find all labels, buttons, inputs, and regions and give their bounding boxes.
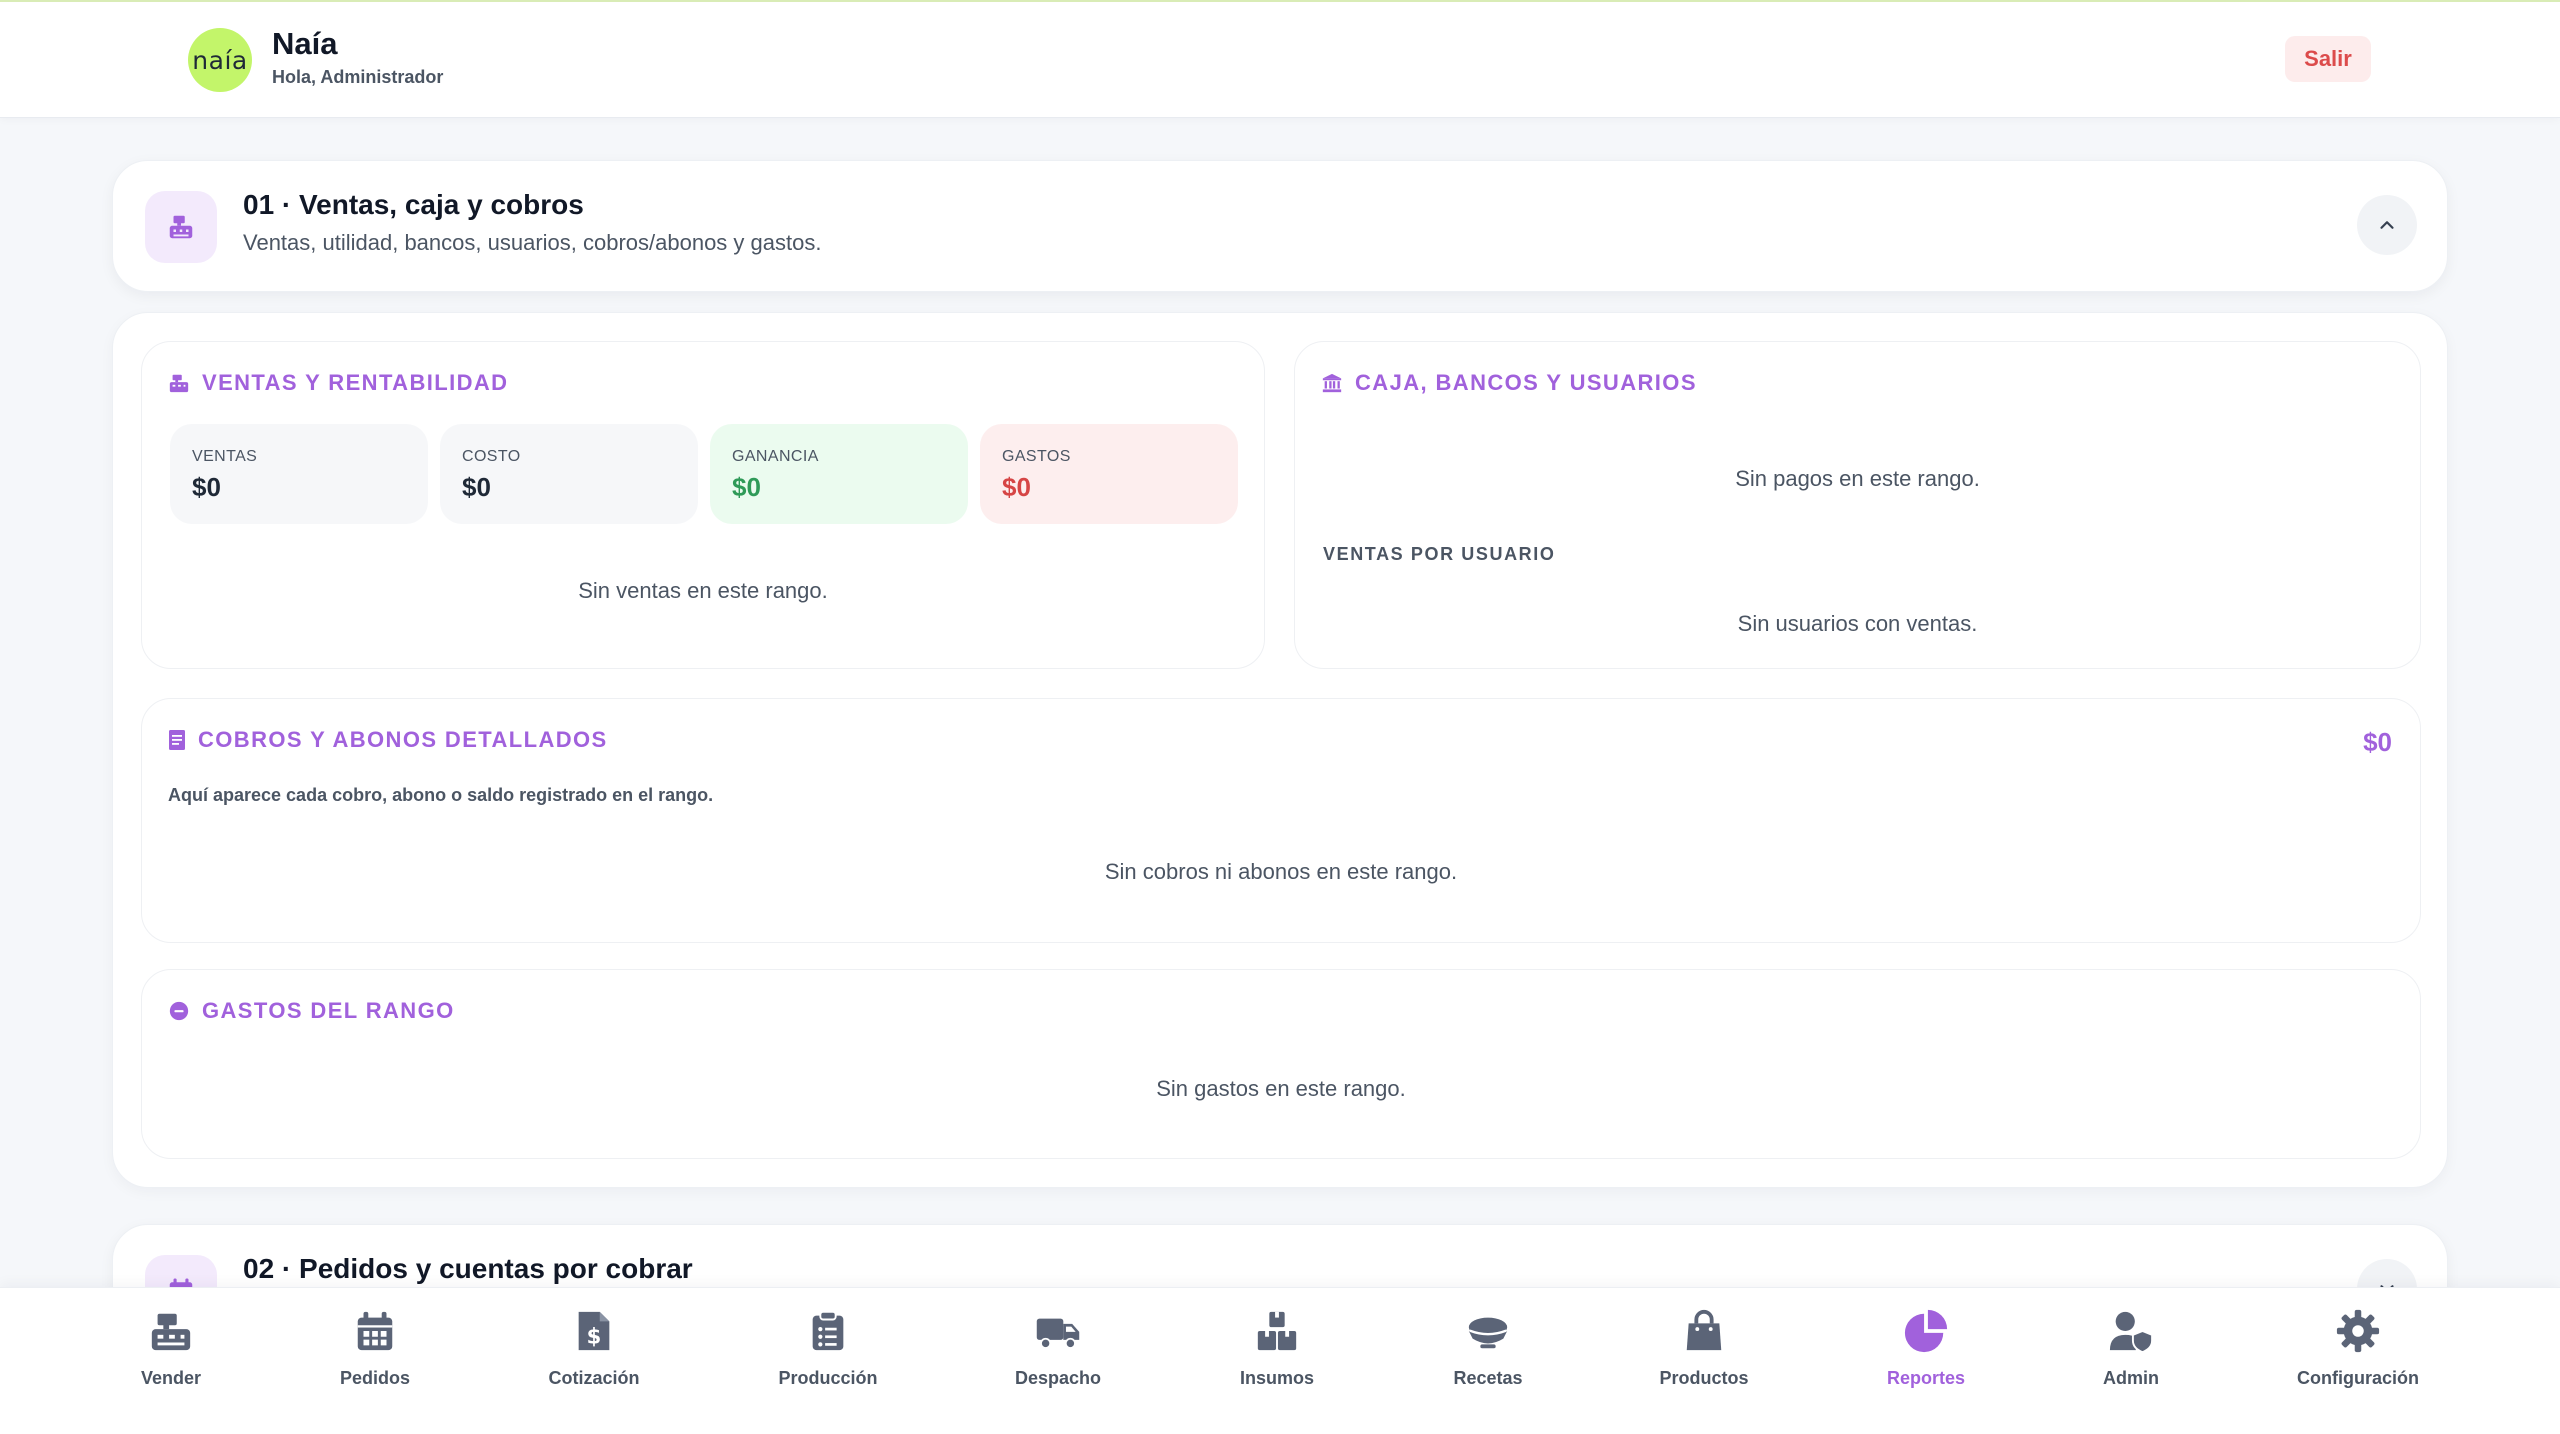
cash-register-icon — [169, 374, 189, 393]
cash-banks-users-panel: CAJA, BANCOS Y USUARIOS Sin pagos en est… — [1294, 341, 2421, 669]
minus-circle-icon — [169, 1001, 189, 1021]
nav-item-cotizacion[interactable]: $ Cotización — [504, 1308, 684, 1408]
nav-label: Cotización — [548, 1368, 640, 1388]
bottom-navigation: Vender Pedidos $ Cotización Producción D… — [0, 1287, 2560, 1434]
empty-state-text: Sin ventas en este rango. — [578, 578, 828, 603]
gear-icon — [2336, 1309, 2380, 1353]
expenses-panel: GASTOS DEL RANGO Sin gastos en este rang… — [141, 969, 2421, 1159]
stat-card-ventas: VENTAS $0 — [170, 424, 428, 524]
stat-card-ganancia: GANANCIA $0 — [710, 424, 968, 524]
cash-register-icon — [151, 1313, 191, 1351]
panel-title-text: COBROS Y ABONOS DETALLADOS — [198, 727, 608, 752]
nav-label: Recetas — [1453, 1368, 1523, 1388]
cash-register-icon — [169, 215, 193, 239]
brand-logo-text: naía — [192, 45, 248, 75]
boxes-icon — [1257, 1311, 1297, 1351]
section-header-ventas[interactable]: 01 · Ventas, caja y cobros Ventas, utili… — [112, 160, 2448, 292]
panel-title-text: VENTAS Y RENTABILIDAD — [202, 370, 509, 395]
nav-label: Configuración — [2297, 1368, 2419, 1388]
chevron-up-icon — [2380, 221, 2394, 229]
sales-profitability-panel: VENTAS Y RENTABILIDAD VENTAS $0 COSTO $0… — [141, 341, 1265, 669]
nav-item-produccion[interactable]: Producción — [738, 1308, 918, 1408]
section-icon-box — [145, 191, 217, 263]
app-name: Naía — [272, 26, 338, 61]
logout-button[interactable]: Salir — [2285, 36, 2371, 82]
stat-label: GANANCIA — [732, 448, 819, 465]
nav-item-pedidos[interactable]: Pedidos — [285, 1308, 465, 1408]
nav-item-configuracion[interactable]: Configuración — [2268, 1308, 2448, 1408]
clipboard-list-icon — [812, 1310, 844, 1351]
empty-collections-text: Sin cobros ni abonos en este rango. — [1104, 859, 1458, 884]
nav-item-admin[interactable]: Admin — [2041, 1308, 2221, 1408]
top-header: naía Naía Hola, Administrador Salir — [0, 0, 2560, 118]
empty-users-text: Sin usuarios con ventas. — [1737, 611, 1978, 636]
calendar-icon — [357, 1311, 393, 1351]
user-shield-icon — [2109, 1311, 2154, 1354]
invoice-dollar-icon: $ — [578, 1311, 610, 1351]
panel-title-text: GASTOS DEL RANGO — [202, 998, 455, 1023]
panel-title-text: CAJA, BANCOS Y USUARIOS — [1355, 370, 1697, 395]
stat-value: $0 — [192, 472, 221, 502]
stat-value: $0 — [1002, 472, 1031, 502]
section-description: Ventas, utilidad, bancos, usuarios, cobr… — [243, 230, 822, 255]
pie-chart-icon — [1904, 1309, 1948, 1353]
stat-card-gastos: GASTOS $0 — [980, 424, 1238, 524]
nav-label: Productos — [1659, 1368, 1749, 1388]
shopping-bag-icon — [1686, 1309, 1722, 1351]
empty-payments-text: Sin pagos en este rango. — [1735, 466, 1980, 491]
nav-label: Reportes — [1886, 1368, 1966, 1388]
panel-title: CAJA, BANCOS Y USUARIOS — [1321, 370, 1697, 396]
nav-label: Admin — [2103, 1368, 2159, 1388]
stat-label: COSTO — [462, 448, 521, 465]
collections-total: $0 — [2363, 727, 2392, 757]
nav-item-despacho[interactable]: Despacho — [968, 1308, 1148, 1408]
nav-item-productos[interactable]: Productos — [1614, 1308, 1794, 1408]
stat-value: $0 — [732, 472, 761, 502]
nav-label: Vender — [140, 1368, 202, 1388]
section-title: 02 · Pedidos y cuentas por cobrar — [243, 1253, 693, 1284]
nav-label: Pedidos — [339, 1368, 410, 1388]
nav-label: Producción — [778, 1368, 878, 1388]
collapse-toggle[interactable] — [2357, 195, 2417, 255]
collections-panel: COBROS Y ABONOS DETALLADOS $0 Aquí apare… — [141, 698, 2421, 943]
panel-title: COBROS Y ABONOS DETALLADOS — [168, 727, 608, 753]
delivery-truck-icon — [1036, 1318, 1080, 1349]
collections-note: Aquí aparece cada cobro, abono o saldo r… — [168, 785, 714, 805]
stat-label: VENTAS — [192, 448, 258, 465]
stat-value: $0 — [462, 472, 491, 502]
stat-label: GASTOS — [1002, 448, 1071, 465]
bank-icon — [1322, 373, 1342, 393]
panel-title: GASTOS DEL RANGO — [168, 998, 455, 1024]
receipt-icon — [169, 730, 185, 750]
brand-logo[interactable]: naía — [188, 28, 252, 92]
stat-card-costo: COSTO $0 — [440, 424, 698, 524]
section-title: 01 · Ventas, caja y cobros — [243, 189, 584, 220]
nav-label: Despacho — [1014, 1368, 1102, 1388]
nav-item-vender[interactable]: Vender — [81, 1308, 261, 1408]
nav-item-reportes[interactable]: Reportes — [1836, 1308, 2016, 1408]
section-content-ventas: VENTAS Y RENTABILIDAD VENTAS $0 COSTO $0… — [112, 312, 2448, 1188]
nav-item-insumos[interactable]: Insumos — [1187, 1308, 1367, 1408]
nav-item-recetas[interactable]: Recetas — [1398, 1308, 1578, 1408]
bowl-icon — [1468, 1317, 1508, 1349]
nav-label: Insumos — [1239, 1368, 1314, 1388]
panel-title: VENTAS Y RENTABILIDAD — [168, 370, 508, 396]
user-greeting: Hola, Administrador — [272, 67, 444, 87]
empty-expenses-text: Sin gastos en este rango. — [1156, 1076, 1406, 1101]
svg-text:$: $ — [587, 1323, 602, 1348]
sales-by-user-heading: VENTAS POR USUARIO — [1323, 544, 1556, 564]
